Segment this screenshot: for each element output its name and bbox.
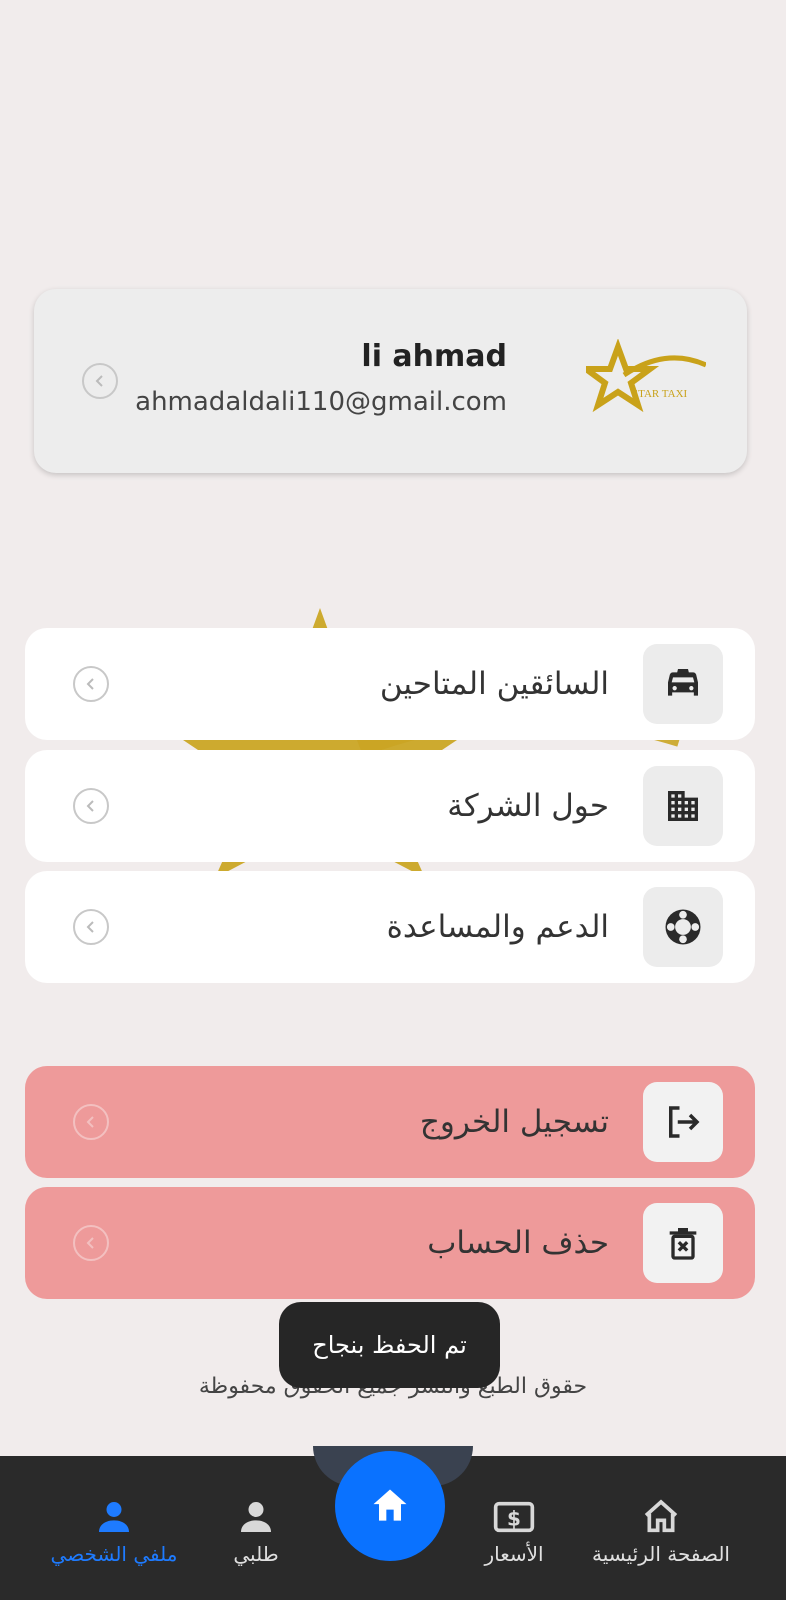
menu-item-support[interactable]: الدعم والمساعدة — [25, 871, 755, 983]
nav-label: الأسعار — [484, 1542, 544, 1566]
person-outline-icon — [171, 1496, 341, 1538]
home-button[interactable] — [335, 1451, 445, 1561]
chevron-left-icon — [82, 363, 118, 399]
home-outline-icon — [576, 1496, 746, 1538]
chevron-left-icon — [73, 1225, 109, 1261]
logout-icon — [643, 1082, 723, 1162]
nav-label: الصفحة الرئيسية — [592, 1542, 730, 1566]
nav-item-my-orders[interactable]: طلبي — [171, 1496, 341, 1566]
nav-label: طلبي — [233, 1542, 279, 1566]
trash-icon — [643, 1203, 723, 1283]
profile-email: ahmadaldali110@gmail.com — [135, 387, 507, 417]
menu-item-about-company[interactable]: حول الشركة — [25, 750, 755, 862]
price-tag-icon: $ — [429, 1496, 599, 1538]
logout-label: تسجيل الخروج — [419, 1104, 609, 1140]
delete-account-button[interactable]: حذف الحساب — [25, 1187, 755, 1299]
logo-text: STAR TAXI — [632, 388, 688, 400]
nav-item-home[interactable]: الصفحة الرئيسية — [576, 1496, 746, 1566]
profile-name: li ahmad — [361, 339, 507, 374]
chevron-left-icon — [73, 788, 109, 824]
svg-text:$: $ — [507, 1506, 521, 1530]
lifebuoy-icon — [643, 887, 723, 967]
menu-item-available-drivers[interactable]: السائقين المتاحين — [25, 628, 755, 740]
delete-account-label: حذف الحساب — [427, 1225, 609, 1261]
menu-item-label: حول الشركة — [447, 788, 609, 824]
menu-item-label: السائقين المتاحين — [379, 666, 609, 702]
profile-card[interactable]: li ahmad ahmadaldali110@gmail.com STAR T… — [34, 289, 747, 473]
home-icon — [373, 1489, 407, 1521]
toast-message: تم الحفظ بنجاح — [279, 1302, 500, 1388]
menu-item-label: الدعم والمساعدة — [386, 909, 609, 945]
chevron-left-icon — [73, 1104, 109, 1140]
star-taxi-logo: STAR TAXI — [586, 339, 706, 413]
chevron-left-icon — [73, 909, 109, 945]
taxi-icon — [643, 644, 723, 724]
nav-item-prices[interactable]: $ الأسعار — [429, 1496, 599, 1566]
chevron-left-icon — [73, 666, 109, 702]
logout-button[interactable]: تسجيل الخروج — [25, 1066, 755, 1178]
building-icon — [643, 766, 723, 846]
